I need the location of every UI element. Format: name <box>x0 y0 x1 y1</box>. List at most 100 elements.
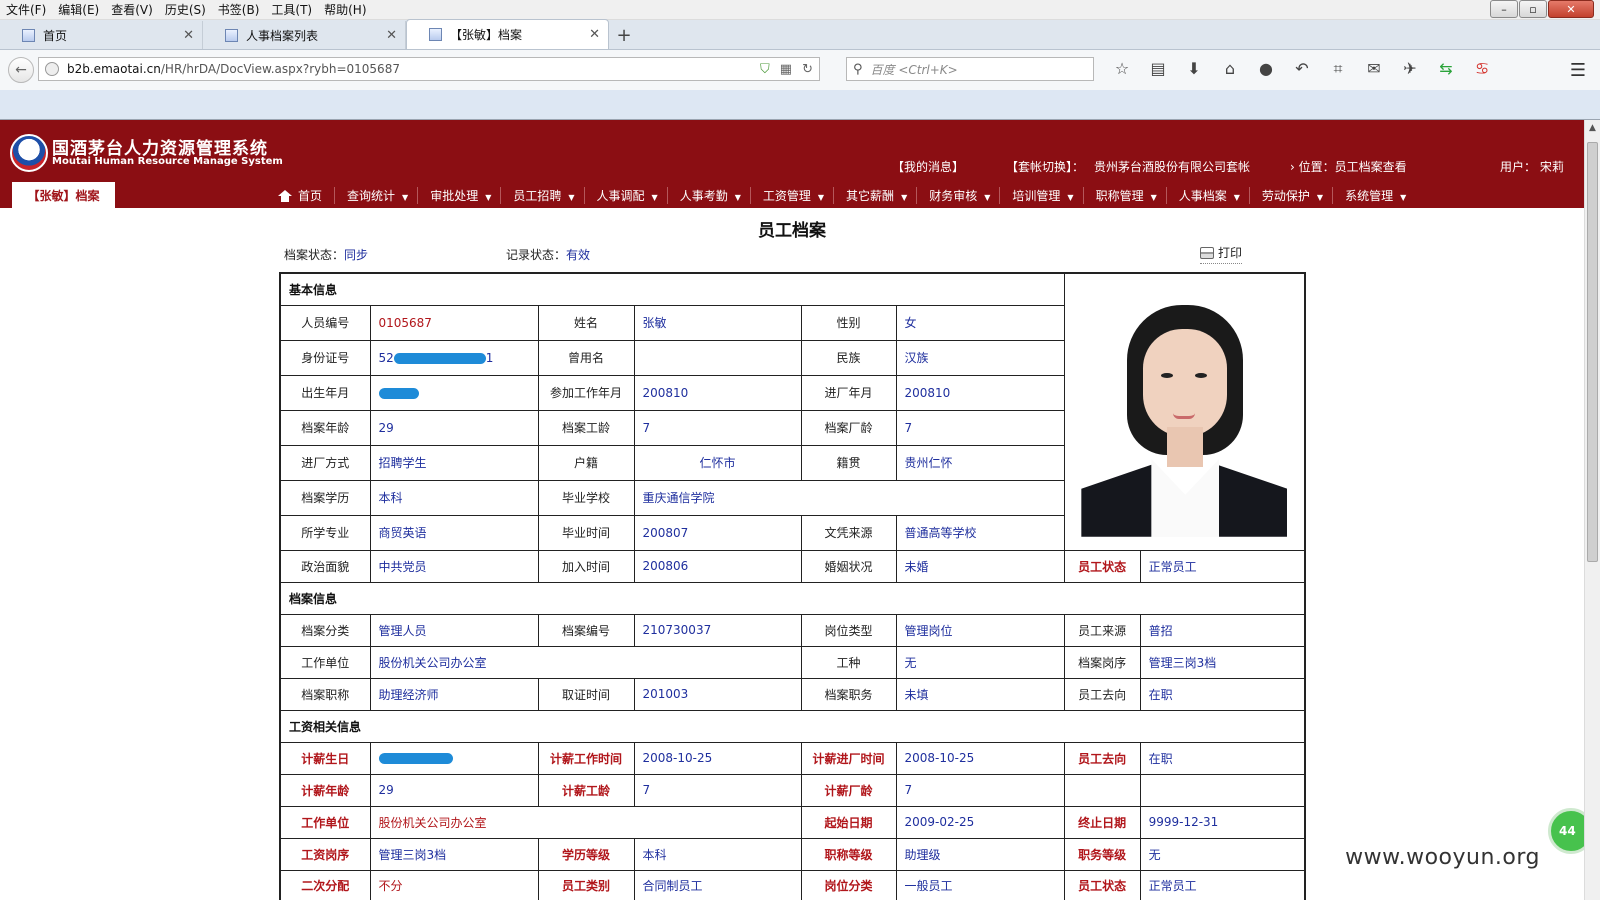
nav-finance[interactable]: 财务审核 ▼ <box>917 187 1001 204</box>
field-label: 工种 <box>800 645 897 679</box>
employee-category-value: 合同制员工 <box>633 869 802 900</box>
tab-close-icon[interactable]: ✕ <box>589 27 600 42</box>
qr-code-icon[interactable]: ▦ <box>780 62 792 77</box>
field-label: 姓名 <box>537 304 635 341</box>
school-value: 重庆通信学院 <box>633 479 1065 516</box>
nav-label: 财务审核 <box>929 189 978 203</box>
chat-icon[interactable]: ● <box>1248 59 1284 79</box>
nav-other-pay[interactable]: 其它薪酬 ▼ <box>834 187 918 204</box>
chevron-down-icon: ▼ <box>984 193 991 202</box>
watermark: www.wooyun.org <box>1345 845 1540 870</box>
scroll-up-icon[interactable]: ▲ <box>1585 120 1600 136</box>
back-button[interactable]: ← <box>8 57 34 83</box>
undo-icon[interactable]: ↶ <box>1284 59 1320 79</box>
section-row: 档案信息 <box>279 581 1306 615</box>
location-breadcrumb: › 位置：员工档案查看 <box>1290 160 1407 174</box>
menu-view[interactable]: 查看(V) <box>105 1 159 18</box>
menu-bookmarks[interactable]: 书签(B) <box>212 1 266 18</box>
archive-factory-years-value: 7 <box>895 409 1065 446</box>
menu-file[interactable]: 文件(F) <box>0 1 52 18</box>
archive-category-value: 管理人员 <box>369 613 539 647</box>
scrollbar-thumb[interactable] <box>1587 142 1598 562</box>
floating-badge[interactable]: 44 <box>1548 808 1584 854</box>
section-title-salary: 工资相关信息 <box>279 709 1306 743</box>
search-box[interactable]: ⚲ 百度 <Ctrl+K> <box>846 57 1094 81</box>
shield-icon[interactable]: ⛉ <box>760 62 770 77</box>
job-type-value: 无 <box>895 645 1065 679</box>
comment-icon[interactable]: ✉ <box>1356 59 1392 79</box>
nav-label: 劳动保护 <box>1261 189 1310 203</box>
address-bar[interactable]: b2b.emaotai.cn/HR/hrDA/DocView.aspx?rybh… <box>38 57 820 81</box>
nav-transfer[interactable]: 人事调配 ▼ <box>585 187 668 204</box>
document-tab[interactable]: 【张敏】档案 <box>12 182 115 208</box>
tab-hr-list[interactable]: 人事档案列表 ✕ <box>203 21 406 49</box>
field-label: 档案分类 <box>279 613 371 647</box>
url-text: b2b.emaotai.cn/HR/hrDA/DocView.aspx?rybh… <box>67 62 400 76</box>
employee-record-table: 基本信息 人员编号 0105687 姓名 张敏 性别 女 身份证号 52 1 曾… <box>279 272 1307 900</box>
education-value: 本科 <box>369 479 539 516</box>
reading-list-icon[interactable]: ▤ <box>1140 59 1176 79</box>
nav-attendance[interactable]: 人事考勤 ▼ <box>668 187 751 204</box>
field-label: 毕业学校 <box>537 479 635 516</box>
menu-help[interactable]: 帮助(H) <box>318 1 372 18</box>
field-label: 档案编号 <box>537 613 635 647</box>
site-info-icon[interactable] <box>45 62 59 76</box>
chevron-down-icon: ▼ <box>651 193 658 202</box>
tab-close-icon[interactable]: ✕ <box>183 28 194 43</box>
table-row: 工作单位 股份机关公司办公室 起始日期 2009-02-25 终止日期 9999… <box>279 805 1306 839</box>
menu-hamburger-icon[interactable]: ☰ <box>1570 60 1586 81</box>
download-icon[interactable]: ⬇ <box>1176 59 1212 79</box>
print-button[interactable]: 打印 <box>1200 244 1243 264</box>
field-label: 档案学历 <box>279 479 371 516</box>
field-label <box>1063 773 1141 807</box>
chevron-down-icon: ▼ <box>901 193 908 202</box>
chevron-down-icon: ▼ <box>1233 193 1240 202</box>
table-row: 二次分配 不分 员工类别 合同制员工 岗位分类 一般员工 员工状态 正常员工 <box>279 869 1306 900</box>
tab-close-icon[interactable]: ✕ <box>386 28 397 43</box>
mouse-gesture-icon[interactable]: ✈ <box>1392 59 1428 79</box>
photo-face <box>1143 328 1228 437</box>
nav-training[interactable]: 培训管理 ▼ <box>1000 187 1084 204</box>
maximize-button[interactable]: ▫ <box>1519 0 1547 18</box>
nav-label: 人事考勤 <box>679 189 728 203</box>
system-header: 国酒茅台人力资源管理系统 Moutai Human Resource Manag… <box>0 120 1584 208</box>
sync-icon[interactable]: ⇆ <box>1428 59 1464 79</box>
minimize-button[interactable]: – <box>1490 0 1518 18</box>
employee-whereabouts-value: 在职 <box>1139 677 1306 711</box>
vertical-scrollbar[interactable]: ▲ <box>1584 120 1600 900</box>
former-name-value <box>633 339 802 376</box>
menu-tools[interactable]: 工具(T) <box>265 1 318 18</box>
archive-status: 档案状态：同步 <box>284 246 368 263</box>
home-icon[interactable]: ⌂ <box>1212 59 1248 79</box>
reload-icon[interactable]: ↻ <box>802 62 813 77</box>
id-number-value: 52 1 <box>369 339 539 376</box>
field-label: 档案职称 <box>279 677 371 711</box>
account-switch-value[interactable]: 贵州茅台酒股份有限公司套帐 <box>1094 158 1250 175</box>
field-label: 工资岗序 <box>279 837 371 871</box>
field-label: 工作单位 <box>279 645 371 679</box>
nav-labor-protection[interactable]: 劳动保护 ▼ <box>1250 187 1334 204</box>
nav-query-stats[interactable]: 查询统计 ▼ <box>335 187 419 204</box>
nav-salary[interactable]: 工资管理 ▼ <box>751 187 835 204</box>
field-label: 婚姻状况 <box>800 549 897 583</box>
nav-hr-archive[interactable]: 人事档案 ▼ <box>1167 187 1250 204</box>
bookmark-star-icon[interactable]: ☆ <box>1104 59 1140 79</box>
page-viewport: 国酒茅台人力资源管理系统 Moutai Human Resource Manag… <box>0 120 1584 900</box>
tab-employee-record[interactable]: 【张敏】档案 ✕ <box>406 19 609 49</box>
extension-icon[interactable]: ♋ <box>1464 59 1500 79</box>
nav-title-mgmt[interactable]: 职称管理 ▼ <box>1084 187 1167 204</box>
tab-home[interactable]: 首页 ✕ <box>0 21 203 49</box>
close-window-button[interactable]: ✕ <box>1548 0 1594 18</box>
nav-recruit[interactable]: 员工招聘 ▼ <box>501 187 585 204</box>
my-messages-link[interactable]: 【我的消息】 <box>892 158 964 175</box>
nav-system[interactable]: 系统管理 ▼ <box>1333 187 1415 204</box>
nav-home[interactable]: 首页 <box>278 187 336 204</box>
certified-time-value: 201003 <box>633 677 802 711</box>
new-tab-button[interactable]: + <box>609 21 639 49</box>
section-title-archive: 档案信息 <box>279 581 1306 615</box>
archive-duty-value: 未填 <box>895 677 1065 711</box>
crop-icon[interactable]: ⌗ <box>1320 59 1356 79</box>
nav-approval[interactable]: 审批处理 ▼ <box>418 187 502 204</box>
menu-edit[interactable]: 编辑(E) <box>52 1 105 18</box>
menu-history[interactable]: 历史(S) <box>159 1 212 18</box>
